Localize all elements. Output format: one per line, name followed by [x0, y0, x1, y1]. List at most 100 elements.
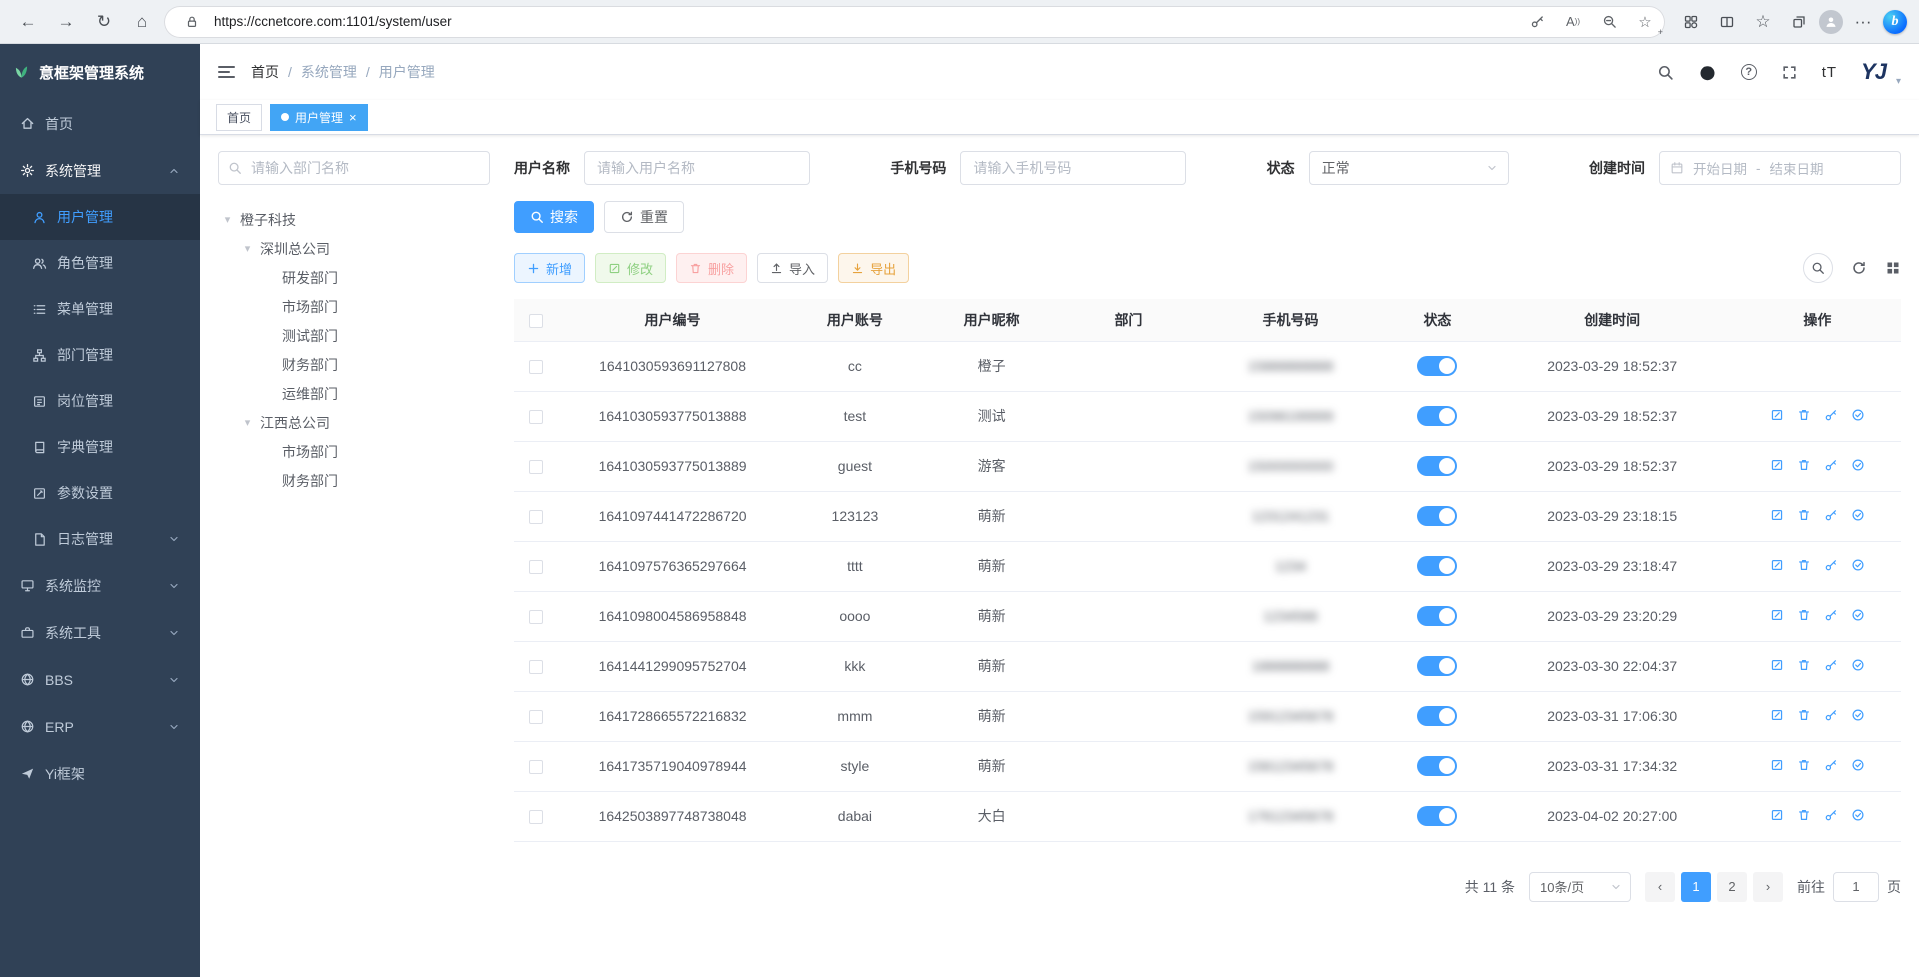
status-select[interactable]: 正常 — [1309, 151, 1509, 185]
tree-node[interactable]: ▾ 市场部门 — [218, 437, 490, 466]
prev-page-button[interactable]: ‹ — [1645, 872, 1675, 902]
breadcrumb-system[interactable]: 系统管理 — [301, 62, 357, 82]
status-toggle[interactable] — [1417, 706, 1457, 726]
tree-node[interactable]: ▾ 橙子科技 — [218, 205, 490, 234]
font-size-icon[interactable]: tT — [1822, 64, 1837, 81]
split-screen-icon[interactable] — [1711, 7, 1743, 37]
page-size-select[interactable]: 10条/页 — [1529, 872, 1631, 902]
status-toggle[interactable] — [1417, 556, 1457, 576]
page-number-button[interactable]: 2 — [1717, 872, 1747, 902]
address-bar[interactable]: https://ccnetcore.com:1101/system/user A… — [164, 6, 1665, 38]
tree-node[interactable]: ▾ 江西总公司 — [218, 408, 490, 437]
tree-node[interactable]: ▾ 财务部门 — [218, 466, 490, 495]
row-checkbox[interactable] — [529, 510, 543, 524]
sidebar-item-yi-framework[interactable]: Yi框架 — [0, 750, 200, 797]
sidebar-item-log-mgmt[interactable]: 日志管理 — [0, 516, 200, 562]
row-delete-button[interactable] — [1797, 558, 1811, 572]
browser-reload-icon[interactable]: ↻ — [88, 7, 120, 37]
row-checkbox[interactable] — [529, 710, 543, 724]
status-toggle[interactable] — [1417, 606, 1457, 626]
zoom-out-icon[interactable] — [1595, 9, 1623, 35]
row-edit-button[interactable] — [1770, 458, 1784, 472]
row-checkbox[interactable] — [529, 660, 543, 674]
row-edit-button[interactable] — [1770, 708, 1784, 722]
row-reset-password-button[interactable] — [1824, 608, 1838, 622]
row-assign-role-button[interactable] — [1851, 708, 1865, 722]
fullscreen-icon[interactable] — [1781, 64, 1798, 81]
browser-profile-avatar[interactable] — [1819, 10, 1843, 34]
tree-node[interactable]: ▾ 市场部门 — [218, 292, 490, 321]
row-assign-role-button[interactable] — [1851, 458, 1865, 472]
status-toggle[interactable] — [1417, 506, 1457, 526]
favorites-icon[interactable]: ☆ — [1747, 7, 1779, 37]
row-checkbox[interactable] — [529, 760, 543, 774]
row-delete-button[interactable] — [1797, 658, 1811, 672]
column-settings-button[interactable] — [1885, 260, 1901, 276]
user-avatar[interactable]: YJ — [1861, 59, 1886, 85]
toggle-search-button[interactable] — [1803, 253, 1833, 283]
collections-icon[interactable] — [1783, 7, 1815, 37]
row-checkbox[interactable] — [529, 360, 543, 374]
search-button[interactable]: 搜索 — [514, 201, 594, 233]
status-toggle[interactable] — [1417, 806, 1457, 826]
add-button[interactable]: 新增 — [514, 253, 585, 283]
row-delete-button[interactable] — [1797, 708, 1811, 722]
row-delete-button[interactable] — [1797, 458, 1811, 472]
phone-input[interactable] — [960, 151, 1186, 185]
help-icon[interactable]: ? — [1741, 64, 1757, 80]
export-button[interactable]: 导出 — [838, 253, 909, 283]
row-assign-role-button[interactable] — [1851, 508, 1865, 522]
page-number-button[interactable]: 1 — [1681, 872, 1711, 902]
sidebar-item-post-mgmt[interactable]: 岗位管理 — [0, 378, 200, 424]
row-delete-button[interactable] — [1797, 408, 1811, 422]
caret-down-icon[interactable]: ▾ — [222, 213, 233, 226]
row-reset-password-button[interactable] — [1824, 508, 1838, 522]
row-reset-password-button[interactable] — [1824, 458, 1838, 472]
caret-down-icon[interactable]: ▾ — [242, 242, 253, 255]
row-delete-button[interactable] — [1797, 508, 1811, 522]
sidebar-item-tools[interactable]: 系统工具 — [0, 609, 200, 656]
row-assign-role-button[interactable] — [1851, 408, 1865, 422]
tab-home[interactable]: 首页 — [216, 104, 262, 131]
row-reset-password-button[interactable] — [1824, 558, 1838, 572]
sidebar-item-dept-mgmt[interactable]: 部门管理 — [0, 332, 200, 378]
delete-button[interactable]: 删除 — [676, 253, 747, 283]
row-edit-button[interactable] — [1770, 508, 1784, 522]
row-checkbox[interactable] — [529, 810, 543, 824]
tree-node[interactable]: ▾ 研发部门 — [218, 263, 490, 292]
username-input[interactable] — [584, 151, 810, 185]
goto-page-input[interactable] — [1833, 872, 1879, 902]
status-toggle[interactable] — [1417, 456, 1457, 476]
status-toggle[interactable] — [1417, 756, 1457, 776]
row-assign-role-button[interactable] — [1851, 608, 1865, 622]
row-assign-role-button[interactable] — [1851, 808, 1865, 822]
row-edit-button[interactable] — [1770, 658, 1784, 672]
row-reset-password-button[interactable] — [1824, 408, 1838, 422]
date-range-picker[interactable]: 开始日期 - 结束日期 — [1659, 151, 1901, 185]
password-key-icon[interactable] — [1523, 9, 1551, 35]
sidebar-item-erp[interactable]: ERP — [0, 703, 200, 750]
github-icon[interactable] — [1698, 63, 1717, 82]
sidebar-fold-icon[interactable] — [218, 66, 235, 78]
status-toggle[interactable] — [1417, 356, 1457, 376]
row-checkbox[interactable] — [529, 560, 543, 574]
row-reset-password-button[interactable] — [1824, 758, 1838, 772]
sidebar-item-home[interactable]: 首页 — [0, 100, 200, 147]
reset-button[interactable]: 重置 — [604, 201, 684, 233]
refresh-table-button[interactable] — [1851, 260, 1867, 276]
extensions-icon[interactable] — [1675, 7, 1707, 37]
browser-more-icon[interactable]: ··· — [1847, 7, 1879, 37]
row-delete-button[interactable] — [1797, 758, 1811, 772]
row-reset-password-button[interactable] — [1824, 708, 1838, 722]
tree-node[interactable]: ▾ 财务部门 — [218, 350, 490, 379]
row-checkbox[interactable] — [529, 460, 543, 474]
tab-user-mgmt[interactable]: 用户管理 × — [270, 104, 368, 131]
row-edit-button[interactable] — [1770, 558, 1784, 572]
row-assign-role-button[interactable] — [1851, 658, 1865, 672]
next-page-button[interactable]: › — [1753, 872, 1783, 902]
sidebar-item-role-mgmt[interactable]: 角色管理 — [0, 240, 200, 286]
search-icon[interactable] — [1657, 64, 1674, 81]
row-edit-button[interactable] — [1770, 808, 1784, 822]
row-edit-button[interactable] — [1770, 408, 1784, 422]
tree-node[interactable]: ▾ 测试部门 — [218, 321, 490, 350]
